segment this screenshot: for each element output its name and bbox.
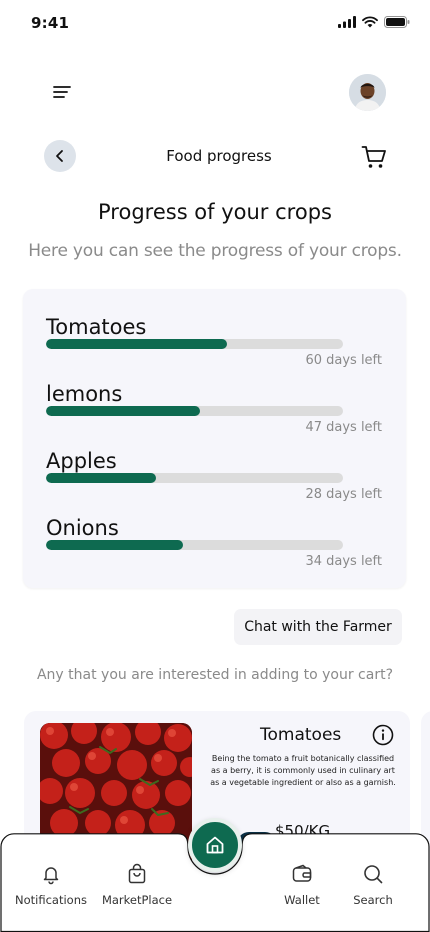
crop-name: Onions	[46, 516, 119, 540]
progress-bar-track	[46, 406, 343, 416]
shopping-bag-icon	[128, 863, 146, 884]
wifi-icon	[362, 16, 378, 28]
crop-progress-item: lemons 47 days left	[46, 382, 382, 442]
progress-bar-track	[46, 540, 343, 550]
crop-progress-item: Onions 34 days left	[46, 516, 382, 576]
product-description: Being the tomato a fruit botanically cla…	[210, 754, 396, 787]
nav-label: MarketPlace	[101, 893, 173, 907]
progress-bar-fill	[46, 406, 201, 416]
nav-item-notifications[interactable]: Notifications	[6, 863, 96, 907]
status-time: 9:41	[31, 14, 70, 32]
hamburger-menu-icon	[53, 86, 71, 98]
cart-button[interactable]	[360, 143, 388, 171]
interest-prompt: Any that you are interested in adding to…	[36, 667, 394, 683]
progress-bar-fill	[46, 473, 156, 483]
days-left-label: 60 days left	[305, 353, 382, 368]
crop-progress-item: Tomatoes 60 days left	[46, 315, 382, 375]
section-subheading: Here you can see the progress of your cr…	[28, 241, 402, 261]
nav-item-search[interactable]: Search	[328, 863, 418, 907]
product-info-button[interactable]	[372, 724, 394, 746]
home-icon	[206, 836, 224, 854]
progress-bar-fill	[46, 540, 183, 550]
days-left-label: 28 days left	[305, 487, 382, 502]
status-bar: 9:41	[0, 0, 430, 48]
nav-label: Search	[353, 893, 393, 907]
nav-label: Wallet	[284, 893, 320, 907]
battery-icon	[384, 16, 410, 28]
status-icons	[338, 16, 410, 28]
product-name: Tomatoes	[260, 725, 342, 745]
menu-button[interactable]	[50, 80, 76, 106]
days-left-label: 34 days left	[305, 554, 382, 569]
progress-bar-fill	[46, 339, 228, 349]
crop-progress-card: Tomatoes 60 days left lemons 47 days lef…	[23, 289, 406, 588]
shopping-cart-icon	[361, 146, 386, 168]
avatar[interactable]	[349, 74, 386, 111]
days-left-label: 47 days left	[305, 420, 382, 435]
crop-name: lemons	[46, 382, 123, 406]
search-icon	[364, 865, 383, 884]
progress-bar-track	[46, 473, 343, 483]
user-avatar-icon	[349, 74, 386, 111]
section-heading: Progress of your crops	[98, 200, 332, 224]
nav-item-marketplace[interactable]: MarketPlace	[92, 863, 182, 907]
home-button[interactable]	[188, 818, 242, 872]
progress-bar-track	[46, 339, 343, 349]
crop-progress-item: Apples 28 days left	[46, 449, 382, 509]
signal-icon	[338, 16, 356, 28]
info-icon	[372, 724, 394, 746]
crop-name: Apples	[46, 449, 117, 473]
nav-label: Notifications	[15, 893, 87, 907]
bell-icon	[43, 867, 59, 885]
wallet-icon	[292, 864, 312, 882]
chat-with-farmer-button[interactable]: Chat with the Farmer	[234, 609, 402, 645]
crop-name: Tomatoes	[46, 315, 147, 339]
